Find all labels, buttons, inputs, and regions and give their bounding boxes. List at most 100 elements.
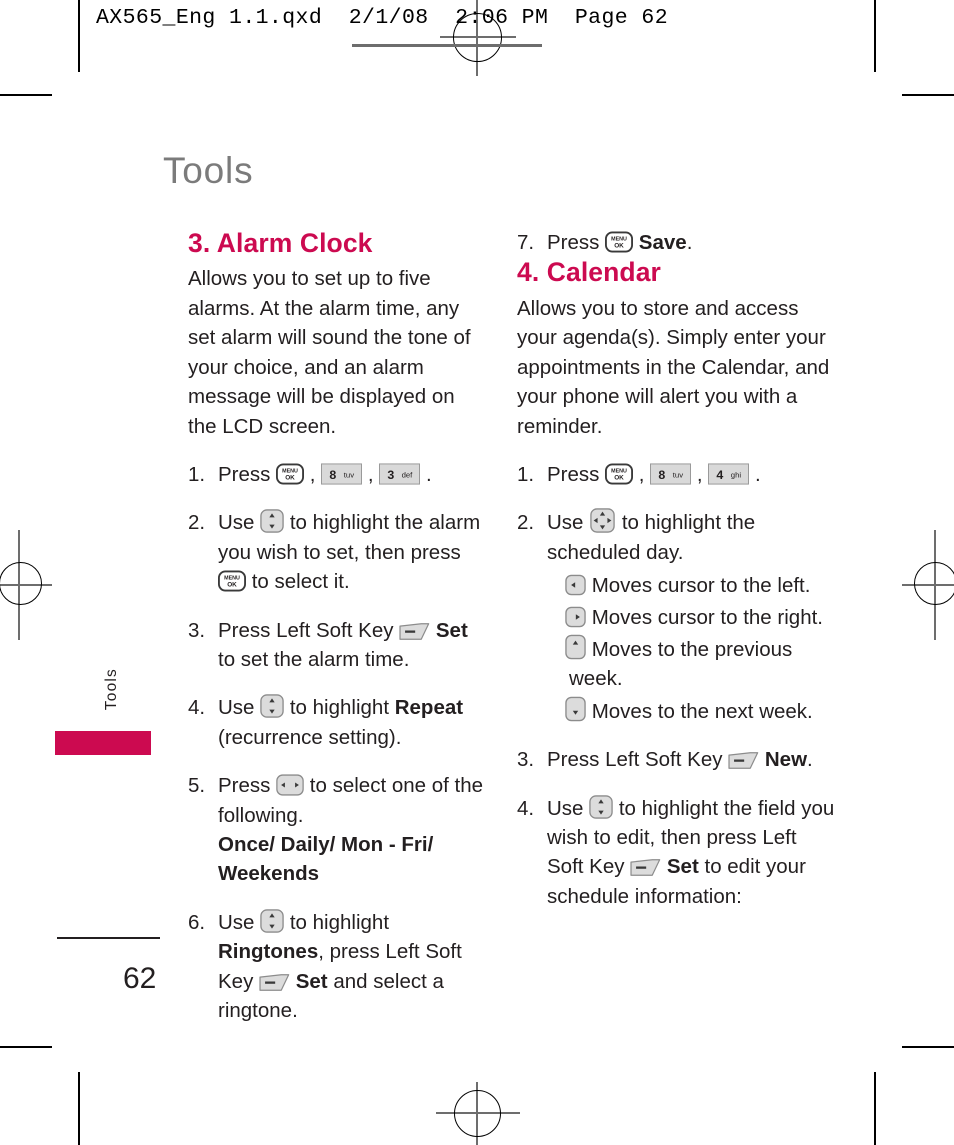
emphasis-text: New (759, 748, 808, 772)
step-text: . (807, 748, 813, 772)
arrow-right-key-icon (565, 606, 586, 628)
step-number: 5. (188, 774, 206, 798)
step-number: 6. (188, 910, 206, 934)
step-text: . (420, 462, 432, 486)
section-heading-calendar: 4. Calendar (517, 257, 661, 288)
manual-page: Tools 3. Alarm Clock Allows you to set u… (0, 0, 954, 1145)
step-text: Press (547, 231, 606, 254)
calendar-steps: 1. Press MENU OK , 8 tuv , 4 ghi . 2. Use to h… (517, 460, 835, 911)
step-number: 3. (517, 748, 535, 772)
svg-text:def: def (402, 471, 414, 480)
emphasis-text: Save (633, 231, 687, 254)
svg-text:tuv: tuv (673, 471, 683, 480)
navigation-key-description-text: Moves to the previous week. (569, 637, 793, 691)
step-text: to select it. (246, 570, 350, 594)
four-way-navigation-key-icon (589, 508, 616, 534)
step-text: Press (218, 774, 277, 798)
navigation-key-description-text: Moves cursor to the left. (586, 574, 811, 598)
svg-text:MENU: MENU (611, 468, 627, 474)
left-soft-key-icon (399, 622, 430, 641)
step-item: 2. Use to highlight the scheduled day. Mo… (517, 508, 835, 726)
step-number: 2. (188, 511, 206, 535)
up-down-navigation-key-icon (260, 909, 284, 933)
step-item: 6. Use to highlight Ringtones, press Left… (188, 908, 488, 1026)
left-right-navigation-key-icon (276, 774, 304, 796)
step-item: 7. Press MENU OK Save. (517, 228, 835, 257)
step-text: . (686, 231, 693, 254)
svg-text:OK: OK (227, 582, 237, 589)
menu-ok-key-icon: MENU OK (218, 570, 246, 592)
section-intro-alarm-clock: Allows you to set up to five alarms. At … (188, 267, 471, 438)
navigation-key-description: Moves to the next week. (565, 696, 835, 726)
step-item: 4. Use to highlight Repeat (recurrence se… (188, 693, 488, 752)
navigation-key-description-text: Moves to the next week. (586, 699, 813, 723)
step-item: 1. Press MENU OK , 8 tuv , 4 ghi . (517, 460, 835, 489)
step-text: , (362, 462, 380, 486)
svg-text:4: 4 (717, 468, 724, 482)
step-text: to set the alarm time. (218, 647, 410, 671)
step-text: to highlight (284, 910, 390, 934)
step-text: Press Left Soft Key (547, 748, 729, 772)
menu-ok-key-icon: MENU OK (605, 463, 634, 485)
step-number: 1. (517, 462, 535, 486)
emphasis-text: Set (430, 618, 468, 642)
side-tab-bar (55, 731, 151, 755)
step-item: 4. Use to highlight the field you wish to… (517, 794, 835, 912)
step-text: , (304, 462, 322, 486)
svg-text:3: 3 (388, 468, 395, 482)
page-number: 62 (123, 962, 157, 995)
keypad-4-ghi-icon: 4 ghi (708, 463, 750, 485)
navigation-key-description-list: Moves cursor to the left. Moves cursor t… (547, 571, 835, 726)
section-intro-calendar: Allows you to store and access your agen… (517, 296, 830, 438)
section-heading-alarm-clock: 3. Alarm Clock (188, 228, 373, 258)
step-text: Use (218, 511, 261, 535)
step-text: Press (218, 462, 277, 486)
step-item: 3. Press Left Soft Key Set to set the ala… (188, 616, 488, 675)
keypad-3-def-icon: 3 def (379, 463, 421, 485)
svg-text:tuv: tuv (344, 471, 354, 480)
left-soft-key-icon (630, 858, 661, 877)
svg-text:MENU: MENU (224, 576, 240, 582)
step-number: 4. (517, 796, 535, 820)
navigation-key-description: Moves cursor to the right. (565, 603, 835, 632)
step-number: 7. (517, 231, 535, 254)
menu-ok-key-icon: MENU OK (605, 231, 634, 253)
menu-ok-key-icon: MENU OK (276, 463, 305, 485)
svg-text:OK: OK (614, 474, 624, 481)
svg-text:ghi: ghi (731, 471, 742, 480)
up-down-navigation-key-icon (260, 509, 284, 534)
step-item: 3. Press Left Soft Key New. (517, 745, 835, 774)
navigation-key-description-text: Moves cursor to the right. (586, 605, 823, 629)
svg-text:MENU: MENU (611, 237, 627, 243)
step-text: , (691, 462, 709, 486)
step-text: Press (547, 462, 606, 486)
step-item: 1. Press MENU OK , 8 tuv , 3 def . (188, 460, 488, 489)
step-text: Press Left Soft Key (218, 618, 400, 642)
arrow-left-key-icon (565, 574, 586, 596)
step-number: 4. (188, 696, 206, 720)
up-down-navigation-key-icon (260, 694, 284, 719)
svg-text:OK: OK (614, 243, 624, 250)
left-column: 3. Alarm Clock Allows you to set up to f… (188, 228, 488, 1025)
svg-text:MENU: MENU (282, 468, 298, 474)
left-soft-key-icon (259, 973, 290, 992)
step-item: 2. Use to highlight the alarm you wish to… (188, 508, 488, 596)
emphasis-text: Repeat (394, 696, 464, 720)
svg-text:8: 8 (330, 468, 337, 482)
up-down-navigation-key-icon (589, 794, 613, 819)
emphasis-text: Ringtones (218, 940, 319, 964)
arrow-up-key-icon (565, 634, 586, 660)
step-text: Use (547, 511, 590, 535)
footer-rule (57, 937, 160, 940)
emphasis-text: Set (290, 969, 328, 993)
step-text: , (633, 462, 651, 486)
emphasis-text: Set (661, 855, 699, 879)
navigation-key-description: Moves cursor to the left. (565, 571, 835, 600)
step-text: Use (218, 910, 261, 934)
navigation-key-description: Moves to the previous week. (565, 634, 835, 694)
svg-text:8: 8 (659, 468, 666, 482)
right-column: 7. Press MENU OK Save. 4. Calendar Allows … (517, 228, 835, 911)
alarm-clock-step-seven: 7. Press MENU OK Save. (517, 228, 835, 257)
chapter-title: Tools (163, 150, 254, 191)
option-list-text: Once/ Daily/ Mon - Fri/ Weekends (218, 832, 434, 886)
